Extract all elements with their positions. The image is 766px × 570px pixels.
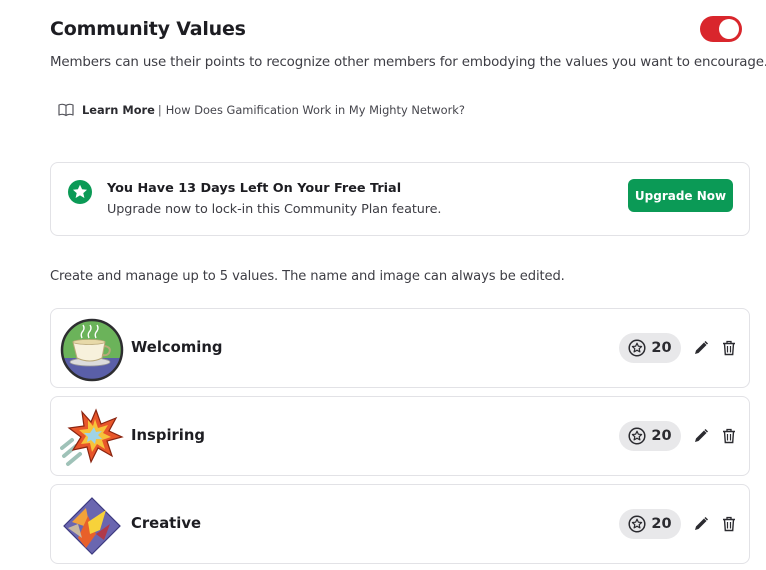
coffee-cup-image <box>60 318 124 382</box>
value-card-welcoming[interactable]: Welcoming 20 <box>50 308 750 388</box>
pencil-icon[interactable] <box>693 340 709 356</box>
value-name: Inspiring <box>131 427 206 444</box>
upgrade-now-button[interactable]: Upgrade Now <box>628 179 733 212</box>
value-name: Creative <box>131 515 202 532</box>
learn-more-separator: | <box>157 103 162 117</box>
trash-icon[interactable] <box>722 340 736 356</box>
pencil-icon[interactable] <box>693 516 709 532</box>
points-badge[interactable]: 20 <box>619 421 681 451</box>
manage-values-description: Create and manage up to 5 values. The na… <box>50 269 565 284</box>
value-name: Welcoming <box>131 339 223 356</box>
pencil-icon[interactable] <box>693 428 709 444</box>
learn-more-row: Learn More | How Does Gamification Work … <box>58 103 465 117</box>
page-title: Community Values <box>50 18 246 40</box>
trial-title: You Have 13 Days Left On Your Free Trial <box>107 181 402 196</box>
gamification-help-link[interactable]: How Does Gamification Work in My Mighty … <box>166 103 465 117</box>
points-star-icon <box>628 515 646 533</box>
points-badge[interactable]: 20 <box>619 509 681 539</box>
section-header: Community Values <box>50 16 750 44</box>
trash-icon[interactable] <box>722 516 736 532</box>
points-star-icon <box>628 427 646 445</box>
trial-description: Upgrade now to lock-in this Community Pl… <box>107 202 442 217</box>
section-description: Members can use their points to recogniz… <box>50 55 766 70</box>
points-value: 20 <box>651 340 672 356</box>
community-values-toggle[interactable] <box>700 16 742 42</box>
trash-icon[interactable] <box>722 428 736 444</box>
points-value: 20 <box>651 428 672 444</box>
value-card-creative[interactable]: Creative 20 <box>50 484 750 564</box>
starburst-image <box>60 408 124 466</box>
learn-more-link[interactable]: Learn More <box>82 103 155 117</box>
star-icon <box>68 180 92 204</box>
value-card-inspiring[interactable]: Inspiring 20 <box>50 396 750 476</box>
paint-diamond-image <box>63 497 121 555</box>
toggle-knob <box>719 19 739 39</box>
free-trial-banner: You Have 13 Days Left On Your Free Trial… <box>50 162 750 236</box>
book-icon <box>58 103 74 117</box>
points-star-icon <box>628 339 646 357</box>
points-value: 20 <box>651 516 672 532</box>
points-badge[interactable]: 20 <box>619 333 681 363</box>
